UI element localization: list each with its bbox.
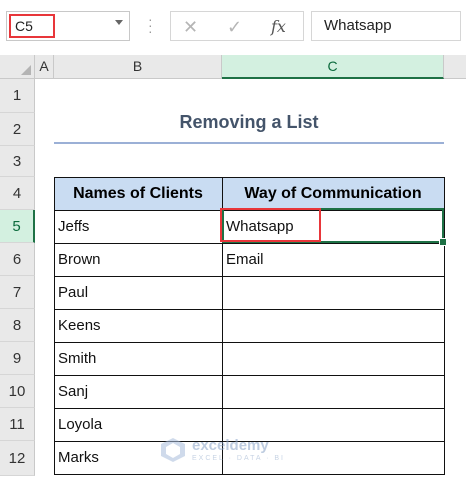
more-options-icon: · · · bbox=[148, 11, 153, 39]
table-cell[interactable]: Email bbox=[222, 243, 444, 276]
enter-icon[interactable]: ✓ bbox=[227, 17, 242, 37]
exceldemy-logo-icon bbox=[161, 438, 185, 462]
cancel-icon[interactable]: ✕ bbox=[183, 17, 198, 37]
highlight-box bbox=[220, 208, 321, 242]
formula-buttons: ✕ ✓ fx bbox=[170, 11, 304, 41]
sheet-title: Removing a List bbox=[179, 112, 319, 132]
table-cell[interactable]: Jeffs bbox=[54, 210, 222, 243]
table-border bbox=[54, 342, 445, 343]
row-header-7[interactable]: 7 bbox=[0, 276, 35, 309]
table-cell[interactable] bbox=[222, 342, 444, 375]
row-header-11[interactable]: 11 bbox=[0, 408, 35, 441]
row-header-5[interactable]: 5 bbox=[0, 210, 35, 243]
row-header-6[interactable]: 6 bbox=[0, 243, 35, 276]
select-all-icon bbox=[21, 65, 31, 75]
row-header-2[interactable]: 2 bbox=[0, 113, 35, 146]
column-header-c[interactable]: C bbox=[222, 55, 444, 79]
table-border bbox=[54, 243, 445, 244]
fill-handle[interactable] bbox=[439, 238, 447, 246]
column-header-d[interactable] bbox=[444, 55, 466, 79]
watermark: exceldemy EXCEL · DATA · BI bbox=[160, 435, 320, 471]
row-header-10[interactable]: 10 bbox=[0, 375, 35, 408]
column-header-b[interactable]: B bbox=[54, 55, 222, 79]
column-header-a[interactable]: A bbox=[35, 55, 54, 79]
table-border bbox=[54, 177, 55, 475]
select-all-corner[interactable] bbox=[0, 55, 35, 79]
table-cell[interactable]: Smith bbox=[54, 342, 222, 375]
insert-function-icon[interactable]: fx bbox=[271, 17, 286, 37]
row-header-8[interactable]: 8 bbox=[0, 309, 35, 342]
row-header-12[interactable]: 12 bbox=[0, 441, 35, 476]
table-cell[interactable] bbox=[222, 309, 444, 342]
row-header-4[interactable]: 4 bbox=[0, 177, 35, 210]
table-cell[interactable] bbox=[222, 276, 444, 309]
title-underline bbox=[54, 142, 444, 144]
row-header-3[interactable]: 3 bbox=[0, 146, 35, 177]
table-border bbox=[54, 177, 445, 178]
table-border bbox=[54, 276, 445, 277]
table-border bbox=[54, 309, 445, 310]
row-header-1[interactable]: 1 bbox=[0, 79, 35, 113]
table-border bbox=[54, 408, 445, 409]
name-box[interactable]: C5 bbox=[6, 11, 130, 41]
watermark-name: exceldemy bbox=[192, 437, 269, 454]
table-header-communication[interactable]: Way of Communication bbox=[222, 177, 444, 210]
row-header-9[interactable]: 9 bbox=[0, 342, 35, 375]
table-cell[interactable]: Keens bbox=[54, 309, 222, 342]
table-cell[interactable]: Brown bbox=[54, 243, 222, 276]
chevron-down-icon[interactable] bbox=[115, 20, 123, 25]
table-border bbox=[54, 474, 445, 475]
name-box-value[interactable]: C5 bbox=[9, 14, 55, 38]
watermark-tagline: EXCEL · DATA · BI bbox=[192, 455, 285, 462]
table-cell[interactable]: Paul bbox=[54, 276, 222, 309]
table-border bbox=[54, 375, 445, 376]
table-border bbox=[444, 177, 445, 475]
table-header-names[interactable]: Names of Clients bbox=[54, 177, 222, 210]
table-cell[interactable]: Sanj bbox=[54, 375, 222, 408]
formula-bar: C5 · · · ✕ ✓ fx Whatsapp bbox=[0, 0, 466, 52]
formula-input[interactable]: Whatsapp bbox=[311, 11, 461, 41]
table-cell[interactable] bbox=[222, 375, 444, 408]
